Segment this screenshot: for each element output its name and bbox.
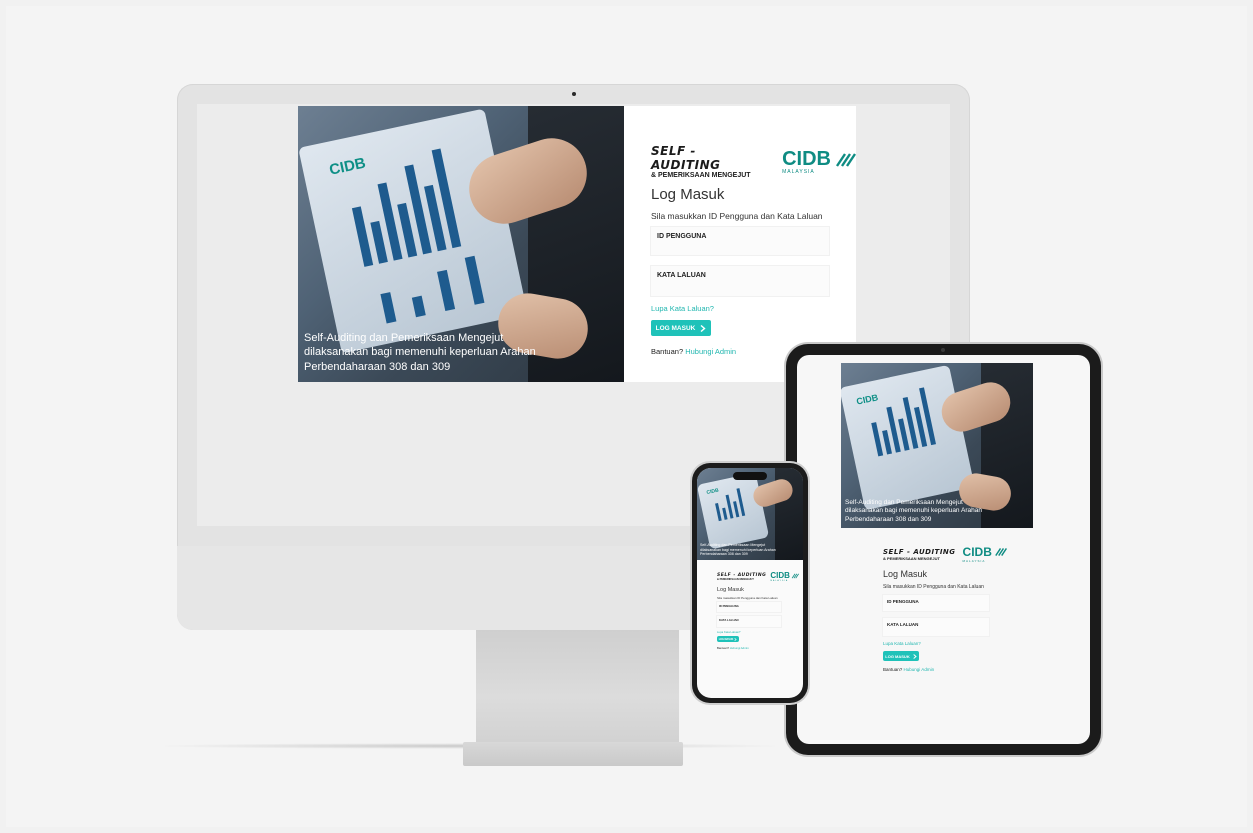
photo-bar <box>733 501 740 518</box>
iphone-screen: CIDB Self-Auditing dan Pemeriksaan Menge… <box>697 468 803 698</box>
photo-bar <box>437 269 456 312</box>
login-button-label: LOG MASUK <box>655 324 696 332</box>
photo-cidb-logo: CIDB <box>706 487 720 497</box>
photo-bar <box>715 502 722 522</box>
imac-stand-foot <box>463 742 683 766</box>
cidb-logo-wordmark: CIDB <box>782 148 856 171</box>
forgot-password-link[interactable]: Lupa Kata Laluan? <box>651 304 714 313</box>
cidb-logo-text: CIDB <box>770 571 790 580</box>
help-text: Bantuan? <box>651 347 684 356</box>
user-id-label: ID PENGGUNA <box>887 599 919 604</box>
brand-line1: SELF - AUDITING <box>651 144 721 172</box>
ipad-camera <box>941 348 945 352</box>
cidb-logo: CIDB MALAYSIA <box>782 148 856 175</box>
cidb-logo-wordmark: CIDB <box>963 545 1007 559</box>
login-button[interactable]: LOG MASUK <box>883 651 919 661</box>
user-id-field[interactable]: ID PENGGUNA <box>651 227 829 255</box>
brand-wordmark: SELF - AUDITING & PEMERIKSAAN MENGEJUT <box>883 548 956 561</box>
photo-bar <box>871 422 884 457</box>
brand-header: SELF - AUDITING & PEMERIKSAAN MENGEJUT C… <box>883 545 1007 563</box>
hero-caption: Self-Auditing dan Pemeriksaan Mengejut d… <box>304 332 536 373</box>
photo-bar <box>464 255 485 305</box>
photo-bar <box>370 220 388 264</box>
brand-header: SELF - AUDITING & PEMERIKSAAN MENGEJUT C… <box>717 571 799 582</box>
brand-line2: & PEMERIKSAAN MENGEJUT <box>717 577 754 581</box>
help-text: Bantuan? <box>883 667 903 672</box>
photo-tablet: CIDB <box>298 108 528 354</box>
user-id-label: ID PENGGUNA <box>719 604 739 608</box>
brand-wordmark: SELF - AUDITING & PEMERIKSAAN MENGEJUT <box>717 573 766 581</box>
photo-cidb-logo: CIDB <box>327 154 368 179</box>
photo-cidb-logo: CIDB <box>855 392 880 407</box>
dynamic-island <box>733 472 767 480</box>
login-subtitle: Sila masukkan ID Pengguna dan Kata Lalua… <box>717 596 778 600</box>
login-title: Log Masuk <box>717 587 744 593</box>
cidb-logo-sub: MALAYSIA <box>770 580 789 582</box>
hero-caption: Self-Auditing dan Pemeriksaan Mengejut d… <box>700 542 776 557</box>
help-line: Bantuan? Hubungi Admin <box>717 646 749 650</box>
brand-line1: SELF - AUDITING <box>717 572 767 578</box>
password-field[interactable]: KATA LALUAN <box>651 266 829 296</box>
iphone-device: CIDB Self-Auditing dan Pemeriksaan Menge… <box>692 463 808 703</box>
password-field[interactable]: KATA LALUAN <box>883 618 989 636</box>
forgot-password-link[interactable]: Lupa Kata Laluan? <box>883 641 921 646</box>
login-form: SELF - AUDITING & PEMERIKSAAN MENGEJUT C… <box>624 106 856 382</box>
photo-bar <box>882 429 892 455</box>
desktop-login-page: CIDB Self-Auditing dan Pemeriksaan Menge… <box>298 106 856 382</box>
photo-bar <box>411 295 426 318</box>
forgot-password-link[interactable]: Lupa Kata Laluan? <box>717 630 740 634</box>
cidb-logo-icon <box>995 548 1007 556</box>
login-subtitle: Sila masukkan ID Pengguna dan Kata Lalua… <box>883 584 984 590</box>
brand-wordmark: SELF - AUDITING & PEMERIKSAAN MENGEJUT <box>651 144 768 179</box>
cidb-logo: CIDB MALAYSIA <box>963 545 1007 563</box>
chevron-right-icon <box>700 324 706 332</box>
user-id-field[interactable]: ID PENGGUNA <box>883 595 989 611</box>
login-button[interactable]: LOG MASUK <box>717 636 739 642</box>
cidb-logo-wordmark: CIDB <box>770 571 799 580</box>
password-label: KATA LALUAN <box>887 622 919 627</box>
user-id-label: ID PENGGUNA <box>657 233 707 240</box>
chevron-right-icon <box>913 653 917 659</box>
brand-line2: & PEMERIKSAAN MENGEJUT <box>883 555 940 561</box>
cidb-logo-sub: MALAYSIA <box>962 559 986 563</box>
brand-line2: & PEMERIKSAAN MENGEJUT <box>651 172 751 179</box>
help-line: Bantuan? Hubungi Admin <box>651 347 736 356</box>
contact-admin-link[interactable]: Hubungi Admin <box>904 667 935 672</box>
help-line: Bantuan? Hubungi Admin <box>883 667 934 672</box>
login-subtitle: Sila masukkan ID Pengguna dan Kata Lalua… <box>651 211 823 221</box>
cidb-logo-icon <box>791 573 799 578</box>
login-title: Log Masuk <box>651 186 725 203</box>
cidb-logo-text: CIDB <box>782 148 831 170</box>
user-id-field[interactable]: ID PENGGUNA <box>717 602 781 612</box>
photo-tablet: CIDB <box>841 364 975 511</box>
ipad-screen: CIDB Self-Auditing dan Pemeriksaan Menge… <box>797 355 1090 744</box>
help-text: Bantuan? <box>717 646 729 650</box>
brand-line1: SELF - AUDITING <box>883 547 956 556</box>
cidb-logo-icon <box>836 152 856 167</box>
hero-photo: CIDB Self-Auditing dan Pemeriksaan Menge… <box>298 106 624 382</box>
hero-caption: Self-Auditing dan Pemeriksaan Mengejut d… <box>845 498 982 523</box>
imac-stand-neck <box>476 630 679 742</box>
login-button-label: LOG MASUK <box>885 653 910 659</box>
password-label: KATA LALUAN <box>719 618 739 622</box>
login-button-label: LOG MASUK <box>718 637 734 641</box>
imac-camera <box>572 92 576 96</box>
contact-admin-link[interactable]: Hubungi Admin <box>730 646 749 650</box>
password-label: KATA LALUAN <box>657 272 706 279</box>
photo-bar <box>722 507 728 520</box>
login-title: Log Masuk <box>883 569 928 579</box>
chevron-right-icon <box>734 637 737 641</box>
cidb-logo: CIDB MALAYSIA <box>770 571 799 582</box>
photo-bar <box>351 206 374 267</box>
photo-tablet: CIDB <box>697 472 770 550</box>
ipad-hero-photo: CIDB Self-Auditing dan Pemeriksaan Menge… <box>841 363 1033 528</box>
contact-admin-link[interactable]: Hubungi Admin <box>685 347 736 356</box>
login-button[interactable]: LOG MASUK <box>651 320 711 336</box>
password-field[interactable]: KATA LALUAN <box>717 616 781 627</box>
cidb-logo-text: CIDB <box>962 545 992 559</box>
ipad-device: CIDB Self-Auditing dan Pemeriksaan Menge… <box>786 344 1101 755</box>
brand-header: SELF - AUDITING & PEMERIKSAAN MENGEJUT C… <box>651 144 856 179</box>
iphone-hero-photo: CIDB Self-Auditing dan Pemeriksaan Menge… <box>697 468 803 560</box>
photo-bar <box>380 292 397 324</box>
